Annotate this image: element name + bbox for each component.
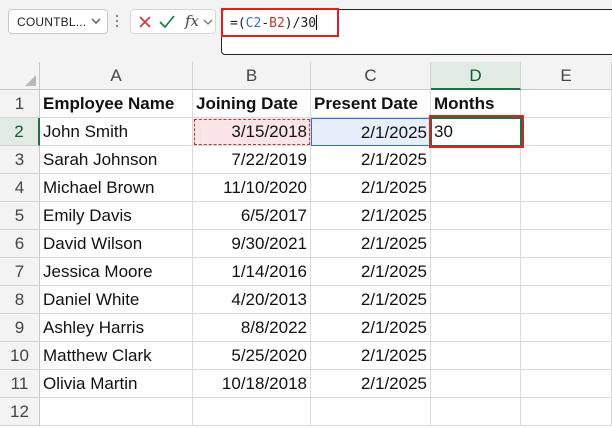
- cell-c8[interactable]: 2/1/2025: [311, 286, 431, 314]
- cell-a8[interactable]: Daniel White: [40, 286, 193, 314]
- cell-e9[interactable]: [521, 314, 612, 342]
- cell-e12[interactable]: [521, 398, 612, 426]
- cell-e4[interactable]: [521, 174, 612, 202]
- column-header-b[interactable]: B: [193, 62, 311, 90]
- cell-a7[interactable]: Jessica Moore: [40, 258, 193, 286]
- row-header-8[interactable]: 8: [0, 286, 40, 314]
- cell-b4[interactable]: 11/10/2020: [193, 174, 311, 202]
- cell-e10[interactable]: [521, 342, 612, 370]
- cell-b12[interactable]: [193, 398, 311, 426]
- column-header-a[interactable]: A: [40, 62, 193, 90]
- cell-d7[interactable]: [431, 258, 521, 286]
- formula-bar-area: COUNTBL... fx =(C2-B2)/30: [0, 0, 612, 62]
- cell-d11[interactable]: [431, 370, 521, 398]
- result-highlight-box: [429, 115, 524, 148]
- row-header-5[interactable]: 5: [0, 202, 40, 230]
- row-header-7[interactable]: 7: [0, 258, 40, 286]
- cell-e5[interactable]: [521, 202, 612, 230]
- cell-c9[interactable]: 2/1/2025: [311, 314, 431, 342]
- cell-e3[interactable]: [521, 146, 612, 174]
- cell-e2[interactable]: [521, 118, 612, 146]
- cell-d9[interactable]: [431, 314, 521, 342]
- x-icon[interactable]: [137, 13, 153, 30]
- cell-b8[interactable]: 4/20/2013: [193, 286, 311, 314]
- formula-controls: fx: [130, 9, 216, 34]
- cell-a5[interactable]: Emily Davis: [40, 202, 193, 230]
- cell-a3[interactable]: Sarah Johnson: [40, 146, 193, 174]
- chevron-down-icon[interactable]: [91, 14, 101, 28]
- cell-c4[interactable]: 2/1/2025: [311, 174, 431, 202]
- row-header-10[interactable]: 10: [0, 342, 40, 370]
- cell-a9[interactable]: Ashley Harris: [40, 314, 193, 342]
- cell-b2[interactable]: 3/15/2018: [193, 118, 311, 146]
- formula-highlight-box: [221, 8, 339, 37]
- chevron-down-icon[interactable]: [203, 13, 213, 30]
- select-all-button[interactable]: [0, 62, 40, 90]
- cell-a1[interactable]: Employee Name: [40, 90, 193, 118]
- cell-b10[interactable]: 5/25/2020: [193, 342, 311, 370]
- cell-b3[interactable]: 7/22/2019: [193, 146, 311, 174]
- row-header-11[interactable]: 11: [0, 370, 40, 398]
- cell-e11[interactable]: [521, 370, 612, 398]
- insert-function-icon[interactable]: fx: [185, 12, 199, 30]
- cell-b6[interactable]: 9/30/2021: [193, 230, 311, 258]
- name-box-value: COUNTBL...: [17, 15, 87, 29]
- spreadsheet-grid[interactable]: A B C D E 1 2 3 4 5 6 7 8 9 10 11 12 Employee Name Joining…: [0, 62, 612, 428]
- more-options-icon[interactable]: [115, 13, 119, 29]
- cell-c2[interactable]: 2/1/2025: [311, 118, 431, 146]
- cell-b1[interactable]: Joining Date: [193, 90, 311, 118]
- row-header-12[interactable]: 12: [0, 398, 40, 426]
- cell-b9[interactable]: 8/8/2022: [193, 314, 311, 342]
- cell-d5[interactable]: [431, 202, 521, 230]
- cell-d10[interactable]: [431, 342, 521, 370]
- cell-c10[interactable]: 2/1/2025: [311, 342, 431, 370]
- cell-c12[interactable]: [311, 398, 431, 426]
- cell-d12[interactable]: [431, 398, 521, 426]
- select-all-icon: [25, 75, 36, 86]
- cell-d3[interactable]: [431, 146, 521, 174]
- cell-e6[interactable]: [521, 230, 612, 258]
- check-icon[interactable]: [158, 13, 176, 30]
- row-header-2[interactable]: 2: [0, 118, 40, 146]
- cell-e7[interactable]: [521, 258, 612, 286]
- cell-a11[interactable]: Olivia Martin: [40, 370, 193, 398]
- column-header-d[interactable]: D: [431, 62, 521, 90]
- cell-e8[interactable]: [521, 286, 612, 314]
- row-header-1[interactable]: 1: [0, 90, 40, 118]
- cell-d1[interactable]: Months: [431, 90, 521, 118]
- cell-b11[interactable]: 10/18/2018: [193, 370, 311, 398]
- cell-c5[interactable]: 2/1/2025: [311, 202, 431, 230]
- column-header-e[interactable]: E: [521, 62, 612, 90]
- name-box[interactable]: COUNTBL...: [8, 9, 108, 34]
- cell-c6[interactable]: 2/1/2025: [311, 230, 431, 258]
- cell-c7[interactable]: 2/1/2025: [311, 258, 431, 286]
- row-header-9[interactable]: 9: [0, 314, 40, 342]
- cell-c3[interactable]: 2/1/2025: [311, 146, 431, 174]
- row-header-3[interactable]: 3: [0, 146, 40, 174]
- cell-a4[interactable]: Michael Brown: [40, 174, 193, 202]
- cell-d8[interactable]: [431, 286, 521, 314]
- cell-b5[interactable]: 6/5/2017: [193, 202, 311, 230]
- column-header-c[interactable]: C: [311, 62, 431, 90]
- cell-a6[interactable]: David Wilson: [40, 230, 193, 258]
- cell-c11[interactable]: 2/1/2025: [311, 370, 431, 398]
- cell-a2[interactable]: John Smith: [40, 118, 193, 146]
- cell-a12[interactable]: [40, 398, 193, 426]
- cell-e1[interactable]: [521, 90, 612, 118]
- cell-c1[interactable]: Present Date: [311, 90, 431, 118]
- cell-b7[interactable]: 1/14/2016: [193, 258, 311, 286]
- cell-d6[interactable]: [431, 230, 521, 258]
- row-header-4[interactable]: 4: [0, 174, 40, 202]
- cell-d4[interactable]: [431, 174, 521, 202]
- row-header-6[interactable]: 6: [0, 230, 40, 258]
- cell-a10[interactable]: Matthew Clark: [40, 342, 193, 370]
